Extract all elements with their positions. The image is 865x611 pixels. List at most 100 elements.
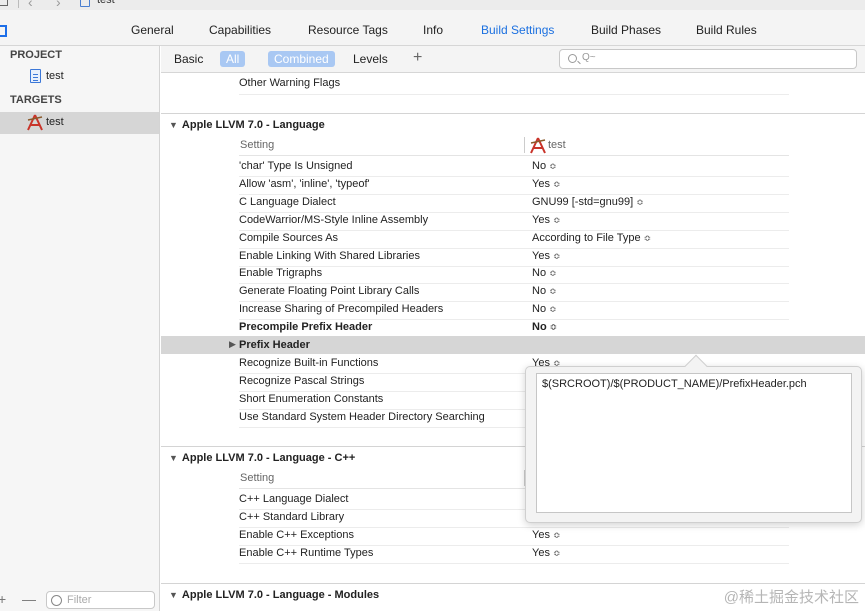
row-divider [239,176,789,177]
tab-info[interactable]: Info [423,23,443,37]
setting-name: C++ Standard Library [239,510,345,523]
tab-build-rules[interactable]: Build Rules [696,23,757,37]
add-build-setting-button[interactable]: + [413,49,422,67]
group-title-language[interactable]: ▼ Apple LLVM 7.0 - Language [169,119,325,131]
row-divider [239,94,789,95]
tab-general[interactable]: General [131,23,174,37]
group-title-text: Apple LLVM 7.0 - Language [181,119,325,131]
setting-name: Prefix Header [239,339,310,351]
tab-build-phases[interactable]: Build Phases [591,23,661,37]
column-header: Setting test [239,136,789,156]
basic-button[interactable]: Basic [174,52,203,66]
setting-value[interactable]: Yes ≎ [532,529,561,541]
stepper-icon[interactable]: ≎ [553,530,561,540]
setting-value[interactable]: No ≎ [532,321,557,333]
disclosure-open-icon[interactable]: ▼ [169,590,178,600]
project-file-icon [80,0,90,7]
filter-placeholder: Filter [67,594,92,606]
setting-column-header: Setting [240,472,275,484]
stepper-icon[interactable]: ≎ [553,215,561,225]
levels-button[interactable]: Levels [353,52,388,66]
setting-name: Increase Sharing of Precompiled Headers [239,303,444,316]
column-divider [524,137,525,153]
setting-value[interactable]: Yes ≎ [532,178,561,190]
setting-value[interactable]: No ≎ [532,267,557,279]
setting-name: Use Standard System Header Directory Sea… [239,410,485,423]
stepper-icon[interactable]: ≎ [549,286,557,296]
setting-value[interactable]: No ≎ [532,160,557,172]
row-divider [239,211,789,213]
app-target-icon [530,137,546,154]
disclosure-closed-icon[interactable]: ▶ [229,339,236,350]
stepper-icon[interactable]: ≎ [549,268,557,278]
group-title-text: Apple LLVM 7.0 - Language - C++ [181,452,356,464]
row-divider [239,229,789,231]
setting-name: Other Warning Flags [239,77,341,89]
forward-chevron-icon[interactable]: › [56,0,61,10]
build-settings-filter-bar: Basic All Combined Levels + Q~ [161,46,865,73]
disclosure-open-icon[interactable]: ▼ [169,453,178,463]
breadcrumb[interactable]: test [97,0,115,6]
project-file-icon [30,69,41,83]
back-chevron-icon[interactable]: ‹ [28,0,33,10]
setting-value[interactable]: No ≎ [532,285,557,297]
setting-value[interactable]: No ≎ [532,303,557,315]
stepper-icon[interactable]: ≎ [644,233,652,243]
tab-resource-tags[interactable]: Resource Tags [308,23,388,37]
prefix-header-value: $(SRCROOT)/$(PRODUCT_NAME)/PrefixHeader.… [542,378,807,390]
editor-toggle-icon[interactable] [0,25,7,37]
row-divider [239,301,789,303]
group-title-cpp[interactable]: ▼ Apple LLVM 7.0 - Language - C++ [169,452,355,464]
project-section-title: PROJECT [10,49,62,61]
tab-build-settings[interactable]: Build Settings [481,23,554,37]
setting-column-header: Setting [240,139,275,151]
group-title-modules[interactable]: ▼ Apple LLVM 7.0 - Language - Modules [169,589,379,601]
search-field[interactable]: Q~ [559,49,857,69]
related-items-grid-icon[interactable] [0,0,8,6]
setting-row-prefix-header[interactable]: ▶ Prefix Header [161,336,865,354]
setting-value[interactable]: Yes ≎ [532,250,561,262]
build-settings-list: Other Warning Flags ▼ Apple LLVM 7.0 - La… [161,74,865,611]
setting-name: Enable C++ Exceptions [239,528,354,541]
targets-section-title: TARGETS [10,94,62,106]
tab-capabilities[interactable]: Capabilities [209,23,271,37]
stepper-icon[interactable]: ≎ [553,548,561,558]
sidebar-item-project-test[interactable]: test [0,66,159,88]
row-divider [239,247,789,249]
toolbar-divider [18,0,19,8]
setting-name: Short Enumeration Constants [239,392,384,405]
stepper-icon[interactable]: ≎ [553,251,561,261]
setting-value[interactable]: Yes ≎ [532,547,561,559]
stepper-icon[interactable]: ≎ [636,197,644,207]
add-target-button[interactable]: + [0,591,6,607]
setting-name: Compile Sources As [239,231,339,244]
row-divider [239,562,789,564]
project-navigator: PROJECT test TARGETS test + — Filter [0,46,160,611]
window-titlebar: ‹ › test [0,0,865,10]
sidebar-filter-field[interactable]: Filter [46,591,155,609]
row-divider [239,319,789,321]
search-icon [568,54,577,63]
editor-tab-bar: General Capabilities Resource Tags Info … [0,10,865,46]
setting-value[interactable]: According to File Type ≎ [532,232,651,244]
setting-row[interactable]: Other Warning Flags [239,77,340,95]
setting-name: Enable Trigraphs [239,267,323,280]
all-button[interactable]: All [220,51,246,67]
remove-target-button[interactable]: — [22,591,36,607]
stepper-icon[interactable]: ≎ [549,161,557,171]
target-column-header: test [548,139,566,151]
stepper-icon[interactable]: ≎ [553,179,561,189]
stepper-icon[interactable]: ≎ [549,304,557,314]
prefix-header-value-editor[interactable]: $(SRCROOT)/$(PRODUCT_NAME)/PrefixHeader.… [536,373,852,513]
watermark: @稀土掘金技术社区 [723,589,859,606]
setting-value[interactable]: Yes ≎ [532,214,561,226]
sidebar-item-target-test[interactable]: test [0,112,159,134]
row-divider [239,526,789,528]
setting-name: Generate Floating Point Library Calls [239,285,420,298]
disclosure-open-icon[interactable]: ▼ [169,120,178,130]
setting-name: Recognize Pascal Strings [239,374,365,387]
stepper-icon[interactable]: ≎ [550,322,558,332]
setting-value[interactable]: GNU99 [-std=gnu99] ≎ [532,196,644,208]
setting-name: Enable C++ Runtime Types [239,546,374,559]
combined-button[interactable]: Combined [268,51,335,67]
